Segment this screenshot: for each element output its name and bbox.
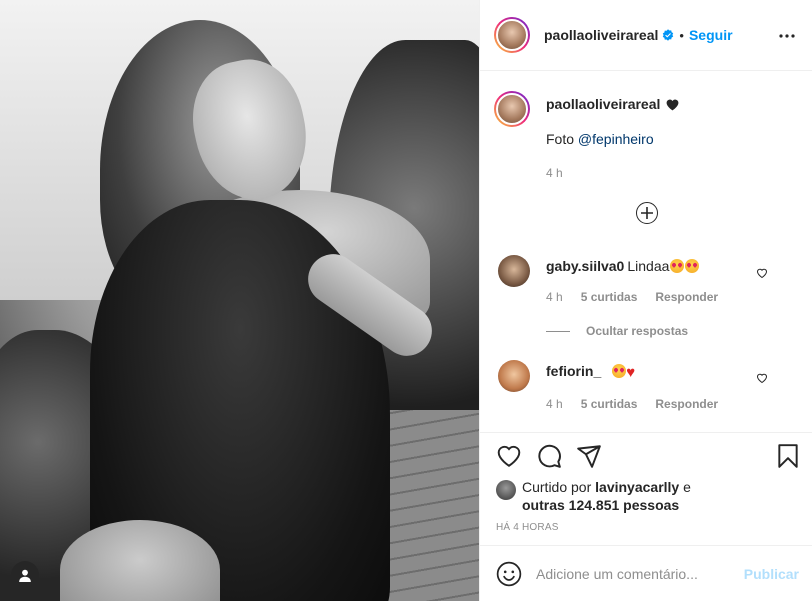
caption-mention[interactable]: @fepinheiro [578, 131, 654, 147]
more-options-icon [779, 34, 795, 38]
caption-text: Foto @fepinheiro [546, 131, 654, 147]
instagram-post: paollaoliveirareal • Seguir paollaolivei… [0, 0, 812, 601]
emoji-icon[interactable] [496, 561, 522, 587]
heart-eyes-emoji [685, 259, 700, 273]
bookmark-icon[interactable] [775, 443, 801, 469]
caption-body: paollaoliveirareal Foto @fepinheiro 4 h [546, 96, 796, 180]
commenter-avatar[interactable] [498, 255, 530, 287]
comment-likes[interactable]: 5 curtidas [581, 290, 638, 304]
comment-time[interactable]: 4 h [546, 290, 563, 304]
verified-badge-icon [663, 29, 674, 41]
reply-button[interactable]: Responder [655, 397, 718, 411]
caption-avatar[interactable] [494, 91, 530, 127]
post-actions [480, 432, 812, 476]
hide-replies-line [546, 330, 570, 332]
user-tag-icon [19, 569, 31, 582]
heart-eyes-emoji [612, 364, 627, 378]
comment-username[interactable]: gaby.siilva0 [546, 258, 624, 274]
comment-time[interactable]: 4 h [546, 397, 563, 411]
heart-eyes-emoji [670, 259, 685, 273]
likes-count[interactable]: outras 124.851 pessoas [522, 497, 679, 513]
caption-time[interactable]: 4 h [546, 166, 796, 180]
liker-avatar[interactable] [496, 480, 516, 500]
post-timestamp[interactable]: HÁ 4 HORAS [496, 522, 559, 533]
comment-meta: 4 h 5 curtidas Responder [546, 397, 766, 411]
load-more-icon [641, 207, 653, 219]
comment-text: Lindaa [627, 258, 670, 274]
publish-button[interactable]: Publicar [744, 566, 799, 582]
comment-username[interactable]: fefiorin_ [546, 363, 601, 379]
liker-username[interactable]: lavinyacarlly [595, 479, 679, 495]
photo-figure [60, 20, 442, 601]
side-panel: paollaoliveirareal • Seguir paollaolivei… [479, 0, 812, 601]
black-heart-icon [666, 99, 679, 111]
load-more-comments-button[interactable] [636, 202, 658, 224]
follow-button[interactable]: Seguir [689, 27, 733, 43]
more-options-button[interactable] [775, 24, 799, 48]
share-icon[interactable] [576, 443, 602, 469]
hide-replies-label: Ocultar respostas [586, 324, 689, 338]
comment-likes[interactable]: 5 curtidas [581, 397, 638, 411]
post-header: paollaoliveirareal • Seguir [480, 0, 812, 71]
add-comment-bar: Publicar [480, 545, 812, 601]
comment-body: fefiorin_ ♥ 4 h 5 curtidas Responder [546, 363, 766, 411]
heart-icon[interactable] [756, 372, 768, 384]
comment-icon[interactable] [536, 443, 562, 469]
comment-meta: 4 h 5 curtidas Responder [546, 290, 766, 304]
heart-icon[interactable] [756, 267, 768, 279]
reply-button[interactable]: Responder [655, 290, 718, 304]
heart-icon[interactable] [496, 443, 522, 469]
user-tag-button[interactable] [11, 561, 39, 589]
comments-section: paollaoliveirareal Foto @fepinheiro 4 h … [480, 71, 812, 431]
comment-input[interactable] [536, 562, 736, 586]
author-avatar[interactable] [494, 17, 530, 53]
liked-by-text: Curtido por lavinyacarlly e outras 124.8… [522, 479, 691, 513]
red-heart-emoji: ♥ [626, 364, 636, 381]
comment-body: gaby.siilva0 Lindaa 4 h 5 curtidas Respon… [546, 258, 766, 304]
hide-replies-button[interactable]: Ocultar respostas [546, 324, 688, 338]
post-photo[interactable] [0, 0, 479, 601]
author-username[interactable]: paollaoliveirareal [544, 27, 674, 43]
caption-username[interactable]: paollaoliveirareal [546, 96, 660, 112]
commenter-avatar[interactable] [498, 360, 530, 392]
header-separator: • [679, 27, 684, 43]
